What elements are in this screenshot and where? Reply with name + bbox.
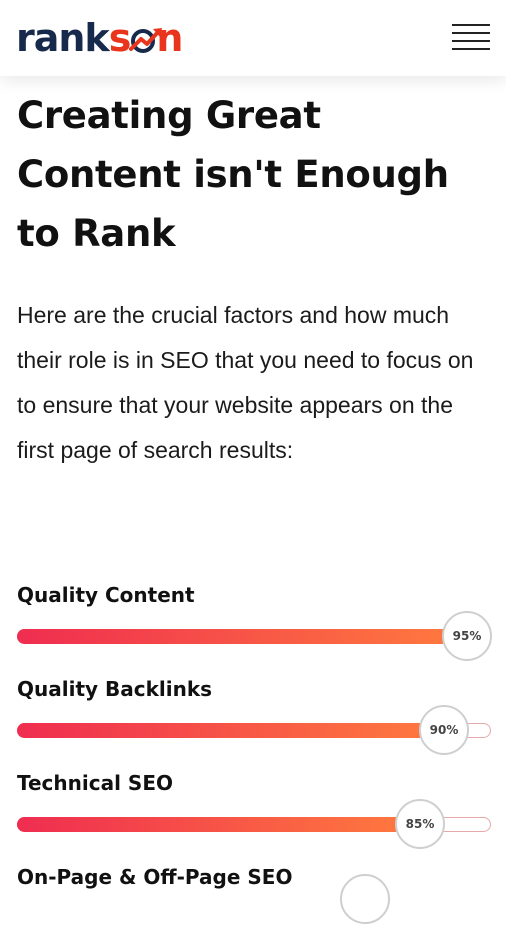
progress-fill	[17, 723, 444, 738]
factor-technical-seo: Technical SEO 85%	[17, 766, 491, 849]
factor-label: On-Page & Off-Page SEO	[17, 865, 293, 889]
factor-label: Technical SEO	[17, 771, 173, 795]
logo-trend-icon	[129, 28, 163, 53]
progress-percent-badge[interactable]: 90%	[419, 705, 469, 755]
intro-paragraph: Here are the crucial factors and how muc…	[17, 302, 474, 463]
main-content: Creating Great Content isn't Enough to R…	[17, 86, 489, 473]
site-header: ranks n	[0, 0, 506, 76]
progress-fill	[17, 629, 467, 644]
factor-quality-backlinks: Quality Backlinks 90%	[17, 672, 491, 755]
factor-label: Quality Backlinks	[17, 677, 213, 701]
page-title: Creating Great Content isn't Enough to R…	[17, 94, 449, 255]
hamburger-menu-icon[interactable]	[448, 20, 492, 56]
rankson-logo[interactable]: ranks n	[16, 14, 183, 62]
factor-quality-content: Quality Content 95%	[17, 578, 492, 661]
factor-on-off-page-seo: On-Page & Off-Page SEO	[17, 860, 491, 940]
progress-percent-badge[interactable]: 95%	[442, 611, 492, 661]
progress-fill	[17, 817, 420, 832]
factor-label: Quality Content	[17, 583, 195, 607]
progress-percent-badge[interactable]	[340, 874, 390, 924]
progress-percent-badge[interactable]: 85%	[395, 799, 445, 849]
